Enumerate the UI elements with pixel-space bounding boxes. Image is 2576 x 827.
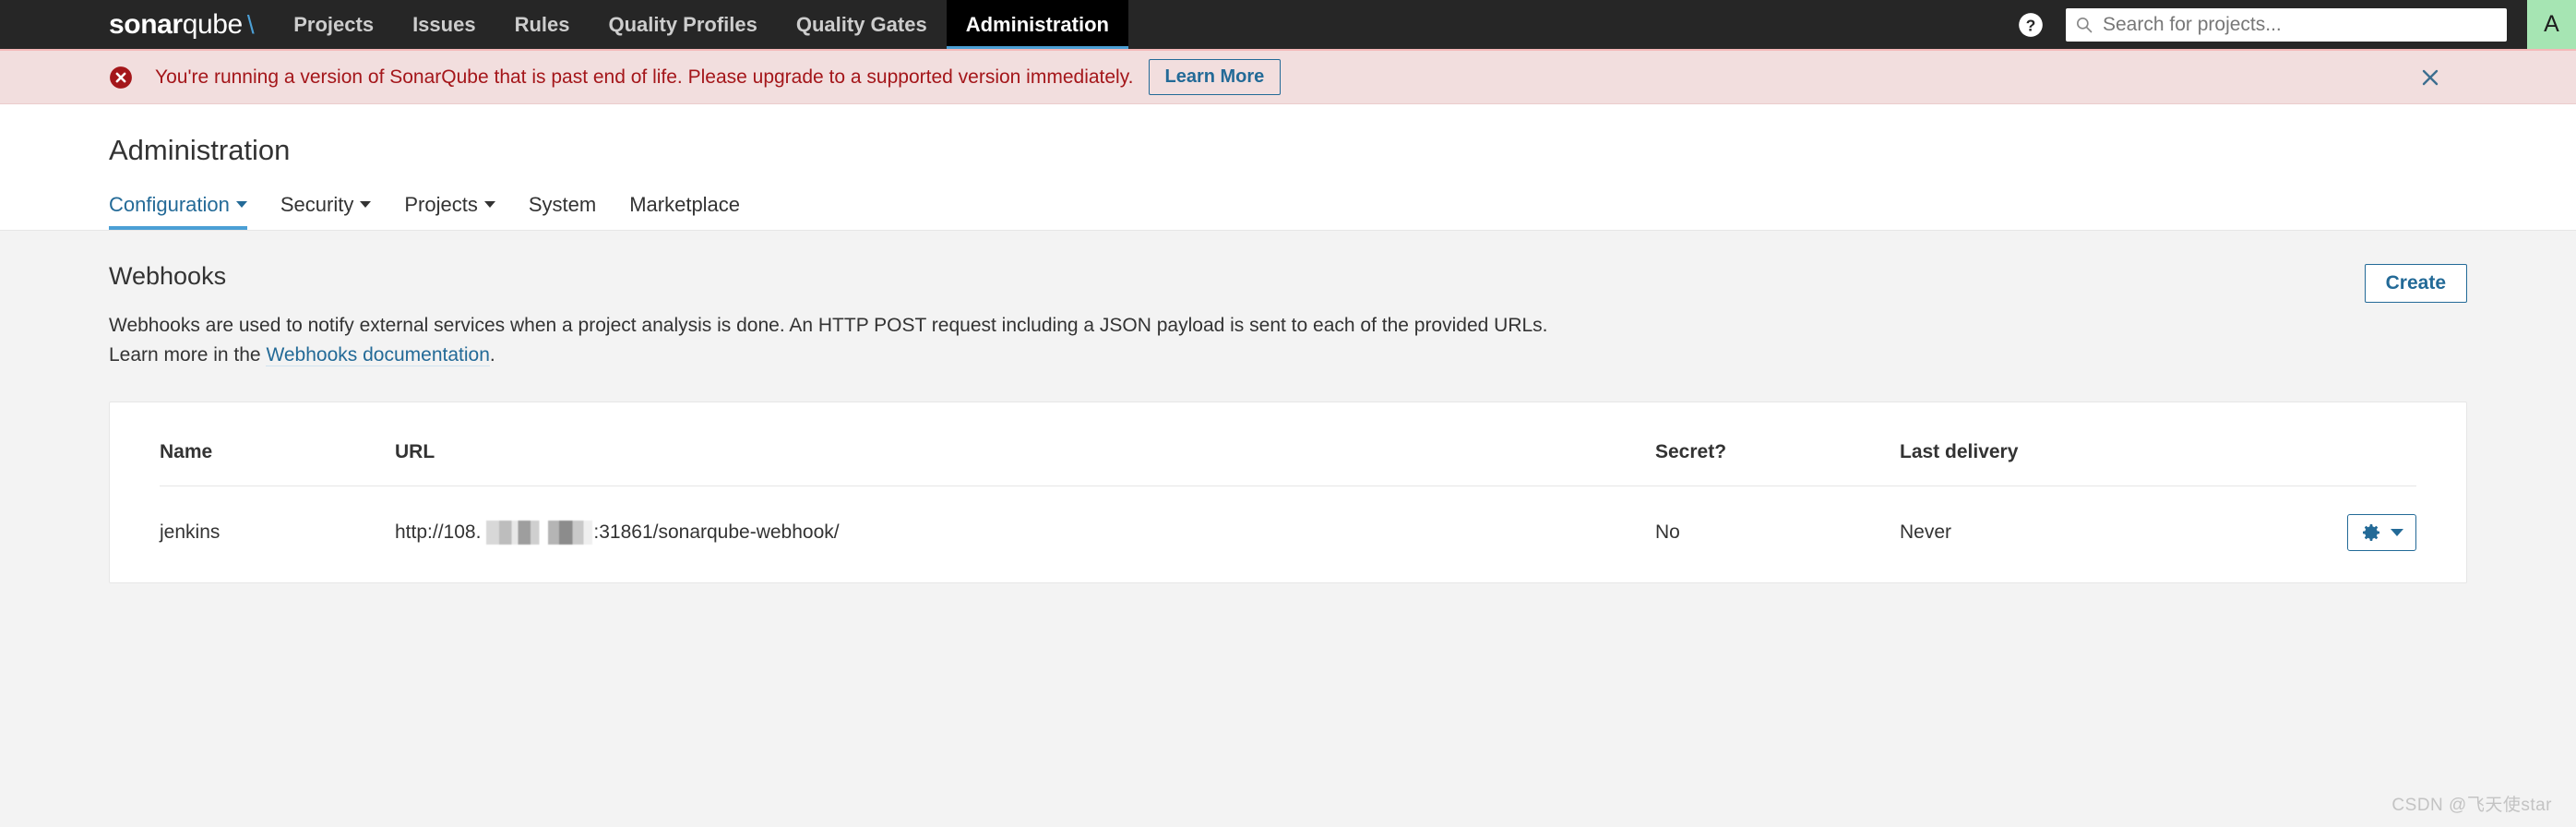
gear-icon	[2363, 523, 2379, 541]
tab-label: Marketplace	[629, 193, 741, 216]
cell-webhook-name: jenkins	[160, 521, 221, 543]
cell-secret: No	[1655, 521, 1680, 543]
tab-label: Configuration	[109, 193, 230, 216]
column-header-name: Name	[160, 402, 395, 486]
search-box[interactable]	[2066, 7, 2507, 42]
logo-qube-text: qube	[182, 8, 244, 40]
search-icon	[2077, 17, 2093, 32]
page-title: Administration	[109, 134, 291, 166]
user-avatar[interactable]: A	[2527, 0, 2576, 49]
description-text-part2: .	[489, 343, 495, 366]
learn-more-button[interactable]: Learn More	[1148, 59, 1282, 95]
error-circle-icon	[109, 66, 133, 90]
webhooks-table: Name URL Secret? Last delivery jenkins h…	[160, 402, 2416, 582]
avatar-initial: A	[2544, 11, 2559, 37]
nav-label: Rules	[514, 12, 570, 36]
cell-actions	[2306, 485, 2416, 582]
redacted-host-mosaic	[482, 520, 593, 545]
table-row: jenkins http://108. :31861/sonarqube-web…	[160, 485, 2416, 582]
url-prefix: http://108.	[395, 521, 482, 543]
logo-sonar-text: sonar	[109, 8, 183, 40]
chevron-down-icon	[235, 200, 247, 208]
nav-item-projects[interactable]: Projects	[274, 0, 393, 49]
nav-item-rules[interactable]: Rules	[495, 0, 590, 49]
logo-slash-icon: \	[246, 9, 255, 39]
table-header-row: Name URL Secret? Last delivery	[160, 402, 2416, 486]
banner-message: You're running a version of SonarQube th…	[155, 66, 1134, 88]
tab-label: System	[528, 193, 597, 216]
cell-webhook-url: http://108. :31861/sonarqube-webhook/	[395, 485, 1655, 582]
cell-last-delivery: Never	[1900, 521, 1952, 543]
nav-label: Issues	[412, 12, 476, 36]
nav-item-quality-gates[interactable]: Quality Gates	[777, 0, 947, 49]
watermark: CSDN @飞天使star	[2391, 796, 2552, 815]
eol-warning-banner: You're running a version of SonarQube th…	[0, 49, 2576, 104]
webhooks-heading: Webhooks	[109, 262, 227, 290]
top-nav-left: sonar qube \ Projects Issues Rules Quality…	[0, 0, 2007, 49]
admin-tabs: Configuration Security Projects System M…	[109, 193, 2467, 230]
svg-text:?: ?	[2026, 16, 2036, 34]
tab-label: Projects	[404, 193, 478, 216]
table-header: Name URL Secret? Last delivery	[160, 402, 2416, 486]
nav-label: Projects	[293, 12, 375, 36]
webhooks-description: Webhooks are used to notify external ser…	[109, 311, 1585, 370]
top-navigation-bar: sonar qube \ Projects Issues Rules Quality…	[0, 0, 2576, 49]
webhooks-documentation-link[interactable]: Webhooks documentation	[266, 343, 490, 366]
nav-label: Quality Gates	[795, 12, 927, 36]
help-circle-icon[interactable]: ?	[2007, 0, 2055, 49]
nav-item-administration[interactable]: Administration	[946, 0, 1128, 49]
tab-system[interactable]: System	[512, 193, 613, 230]
column-header-url: URL	[395, 402, 1655, 486]
chevron-down-icon	[2391, 528, 2403, 536]
tab-marketplace[interactable]: Marketplace	[613, 193, 757, 230]
webhooks-heading-block: Webhooks	[109, 262, 226, 311]
url-suffix: :31861/sonarqube-webhook/	[593, 521, 840, 543]
page-header: Administration Configuration Security Pr…	[0, 104, 2576, 231]
top-nav-right: ? A	[2007, 0, 2576, 49]
tab-projects[interactable]: Projects	[388, 193, 511, 230]
nav-label: Quality Profiles	[608, 12, 757, 36]
column-header-last-delivery: Last delivery	[1900, 402, 2306, 486]
url-value: http://108. :31861/sonarqube-webhook/	[395, 520, 1655, 545]
chevron-down-icon	[483, 200, 495, 208]
main-content: Webhooks Create Webhooks are used to not…	[0, 231, 2576, 583]
chevron-down-icon	[360, 200, 372, 208]
table-body: jenkins http://108. :31861/sonarqube-web…	[160, 485, 2416, 582]
column-header-secret: Secret?	[1655, 402, 1900, 486]
search-input[interactable]	[2101, 12, 2498, 37]
webhook-actions-dropdown-button[interactable]	[2347, 513, 2416, 551]
close-icon[interactable]	[2418, 66, 2442, 90]
tab-configuration[interactable]: Configuration	[109, 193, 264, 230]
create-webhook-button[interactable]: Create	[2364, 264, 2467, 303]
nav-item-quality-profiles[interactable]: Quality Profiles	[589, 0, 776, 49]
main-nav-items: Projects Issues Rules Quality Profiles Q…	[274, 0, 1128, 49]
webhooks-card: Name URL Secret? Last delivery jenkins h…	[109, 401, 2467, 583]
sonarqube-logo[interactable]: sonar qube \	[109, 0, 274, 49]
column-header-actions	[2306, 402, 2416, 486]
tab-security[interactable]: Security	[264, 193, 388, 230]
webhooks-section-header: Webhooks Create	[109, 231, 2467, 311]
nav-label: Administration	[965, 12, 1109, 36]
nav-item-issues[interactable]: Issues	[393, 0, 495, 49]
tab-label: Security	[280, 193, 354, 216]
